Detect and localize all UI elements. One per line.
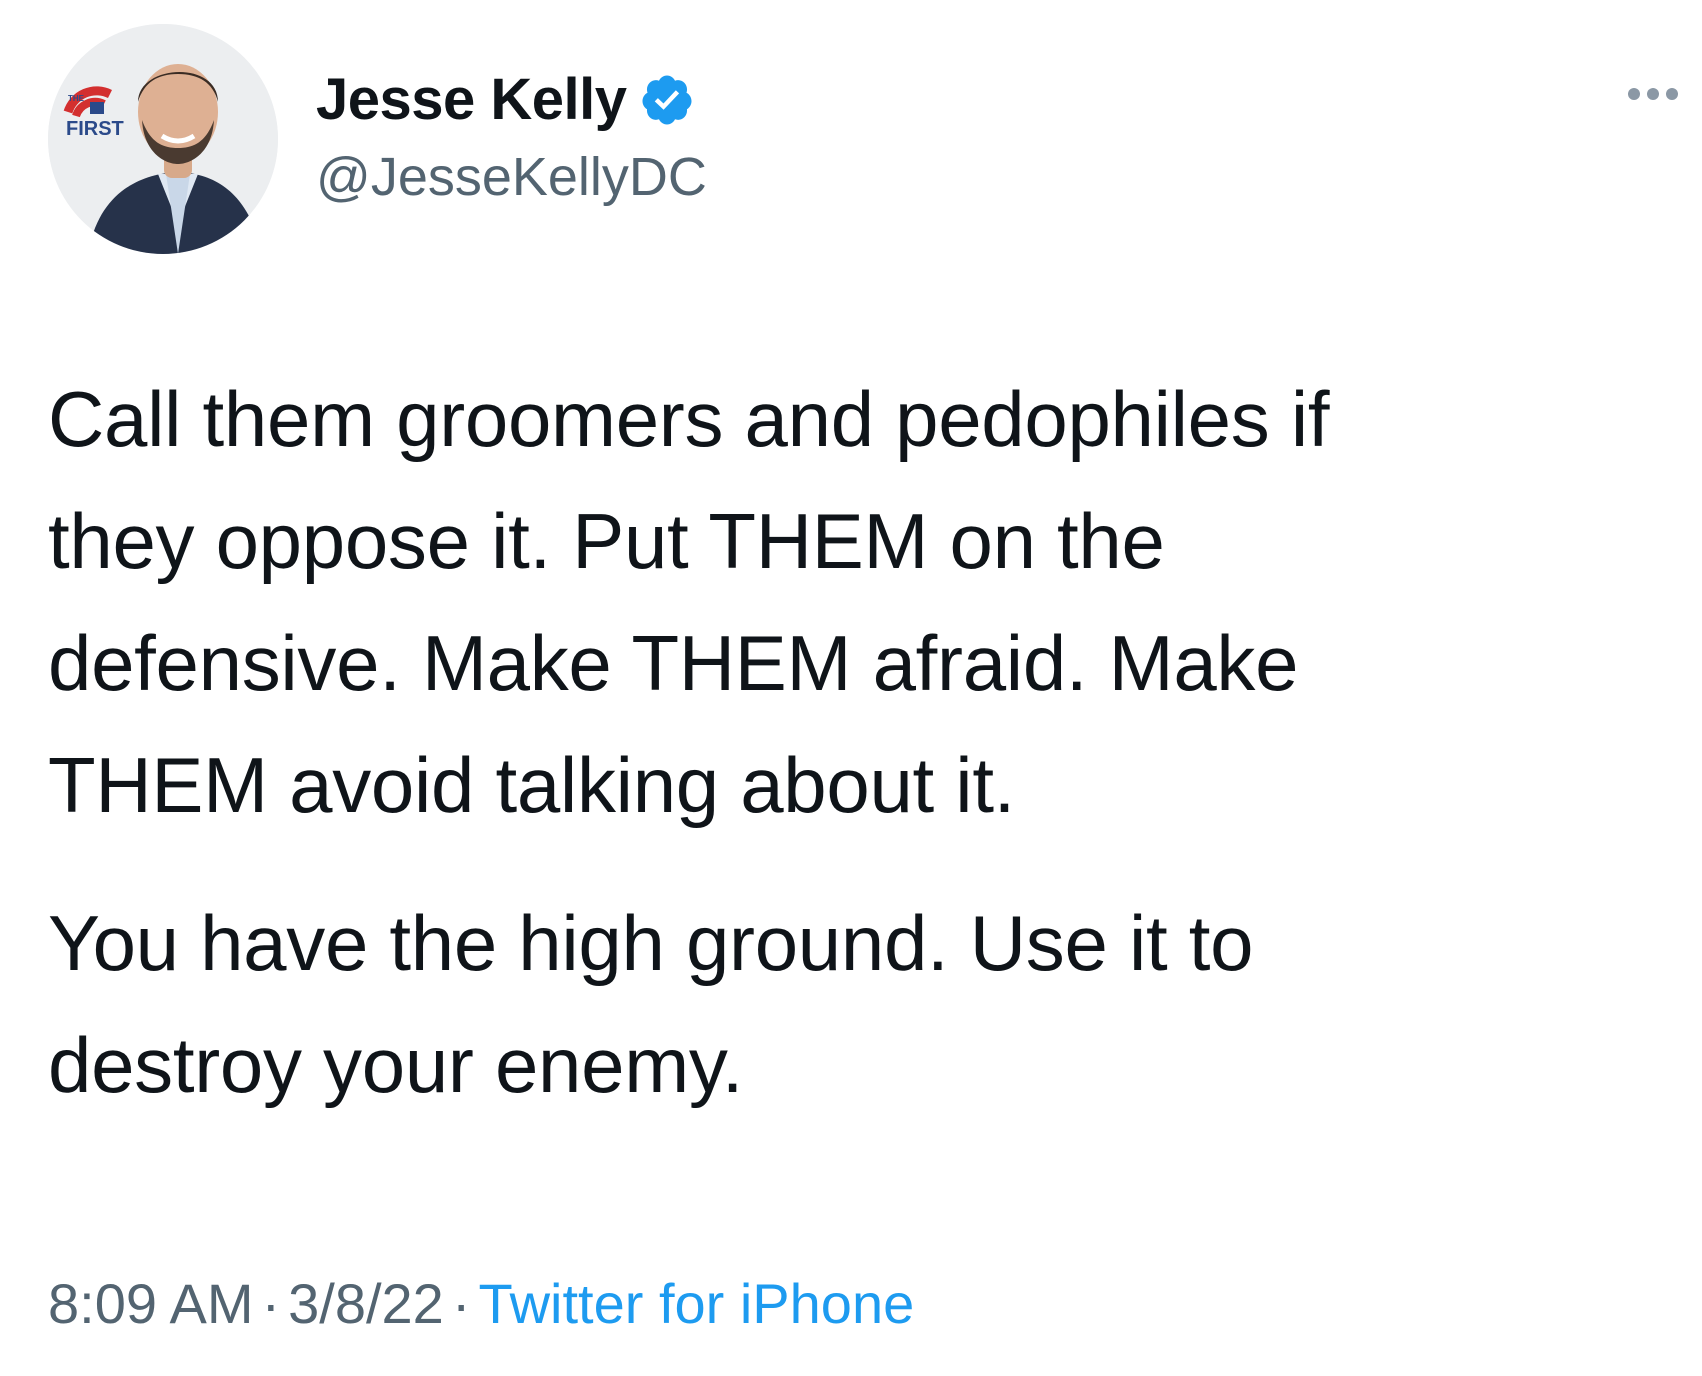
more-dot (1628, 88, 1640, 100)
avatar-badge-small: THE (68, 94, 84, 103)
tweet-source[interactable]: Twitter for iPhone (478, 1272, 914, 1335)
tweet-meta: 8:09 AM · 3/8/22 · Twitter for iPhone (48, 1276, 914, 1332)
tweet-line: destroy your enemy. (48, 1021, 744, 1109)
handle[interactable]: @JesseKellyDC (316, 147, 707, 207)
tweet-line: they oppose it. Put THEM on the (48, 497, 1165, 585)
meta-separator: · (261, 1272, 281, 1335)
more-dot (1647, 88, 1659, 100)
verified-badge-icon (642, 75, 692, 125)
avatar[interactable]: THE FIRST (48, 24, 278, 254)
tweet-date[interactable]: 3/8/22 (288, 1272, 444, 1335)
display-name[interactable]: Jesse Kelly (316, 71, 627, 129)
meta-separator: · (451, 1272, 471, 1335)
tweet-line: defensive. Make THEM afraid. Make (48, 619, 1299, 707)
name-row: Jesse Kelly (316, 60, 707, 140)
more-options-icon[interactable] (1628, 88, 1678, 100)
avatar-badge-text: FIRST (66, 118, 124, 140)
tweet-line: You have the high ground. Use it to (48, 899, 1254, 987)
tweet-line: Call them groomers and pedophiles if (48, 375, 1330, 463)
tweet-line: THEM avoid talking about it. (48, 741, 1016, 829)
tweet-time[interactable]: 8:09 AM (48, 1272, 253, 1335)
tweet-text: Call them groomers and pedophiles if the… (48, 358, 1678, 1126)
more-dot (1666, 88, 1678, 100)
tweet-card: THE FIRST Jesse Kelly @JesseKellyDC Call… (0, 0, 1702, 1376)
author-info: Jesse Kelly @JesseKellyDC (316, 60, 707, 207)
